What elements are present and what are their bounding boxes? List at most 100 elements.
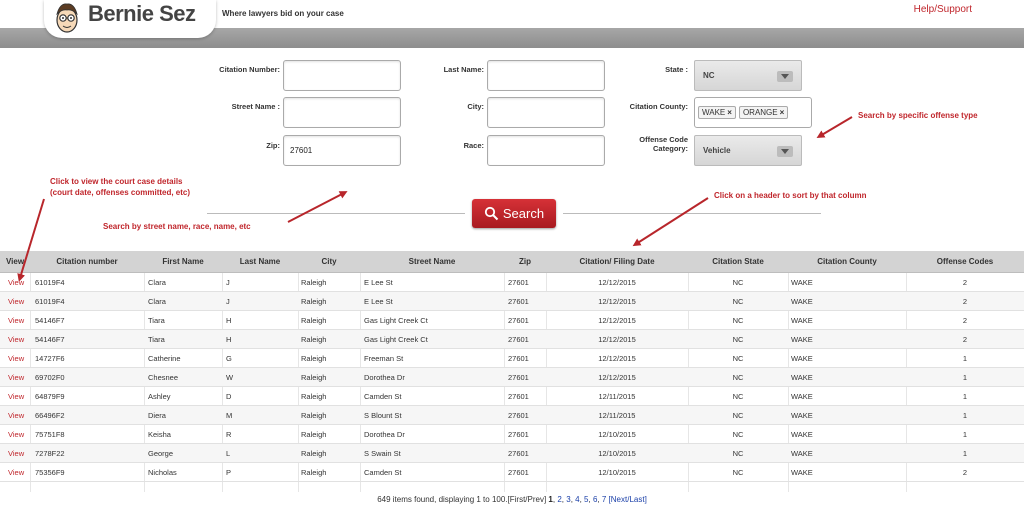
column-header-last-name[interactable]: Last Name: [222, 251, 298, 273]
cell-city: Raleigh: [301, 430, 327, 439]
cell-citation-county: WAKE: [791, 392, 813, 401]
view-link[interactable]: View: [8, 444, 30, 463]
help-support-link[interactable]: Help/Support: [914, 4, 972, 15]
zip-input[interactable]: 27601: [283, 135, 401, 166]
cell-citation-county: WAKE: [791, 411, 813, 420]
column-header-view[interactable]: View: [0, 251, 30, 273]
cell-filing-date: 12/12/2015: [598, 278, 636, 287]
view-link[interactable]: View: [8, 330, 30, 349]
column-header-first-name[interactable]: First Name: [144, 251, 222, 273]
table-row: View 69702F0 Chesnee W Raleigh Dorothea Dr 276…: [0, 368, 1024, 387]
results-table-header: View Citation number First Name Last Nam…: [0, 251, 1024, 273]
view-link[interactable]: View: [8, 387, 30, 406]
top-header: Bernie Sez Where lawyers bid on your cas…: [0, 0, 1024, 38]
cell-zip: 27601: [508, 468, 529, 477]
cell-city: Raleigh: [301, 278, 327, 287]
cell-last-name: G: [226, 354, 232, 363]
cell-street-name: S Swain St: [364, 449, 401, 458]
page-link[interactable]: 7: [602, 495, 606, 504]
page-link[interactable]: 5: [584, 495, 588, 504]
column-header-filing-date[interactable]: Citation/ Filing Date: [546, 251, 688, 273]
current-page: 1: [548, 495, 553, 504]
citation-number-input[interactable]: [283, 60, 401, 91]
first-prev-label: [First/Prev]: [507, 495, 547, 504]
cell-offense-codes: 2: [962, 335, 968, 344]
cell-citation-county: WAKE: [791, 468, 813, 477]
race-input[interactable]: [487, 135, 605, 166]
cell-citation-number: 75751F8: [35, 430, 65, 439]
pagination: 649 items found, displaying 1 to 100.[Fi…: [377, 495, 647, 504]
column-header-offense-codes[interactable]: Offense Codes: [906, 251, 1024, 273]
cell-zip: 27601: [508, 430, 529, 439]
city-label: City:: [467, 102, 484, 111]
view-link[interactable]: View: [8, 349, 30, 368]
last-name-input[interactable]: [487, 60, 605, 91]
cell-offense-codes: 2: [962, 316, 968, 325]
cell-city: Raleigh: [301, 354, 327, 363]
cell-citation-county: WAKE: [791, 278, 813, 287]
county-tag[interactable]: WAKE ×: [698, 106, 736, 119]
remove-tag-icon[interactable]: ×: [780, 108, 785, 117]
next-last-link[interactable]: [Next/Last]: [609, 495, 647, 504]
cell-citation-county: WAKE: [791, 335, 813, 344]
results-table-body: View 61019F4 Clara J Raleigh E Lee St 27601 12/…: [0, 273, 1024, 492]
search-icon: [484, 206, 499, 221]
cell-filing-date: 12/10/2015: [598, 468, 636, 477]
column-header-zip[interactable]: Zip: [504, 251, 546, 273]
cell-citation-state: NC: [732, 297, 744, 306]
cell-citation-number: 54146F7: [35, 316, 65, 325]
cell-filing-date: 12/10/2015: [598, 449, 636, 458]
page-link[interactable]: 2: [557, 495, 561, 504]
state-select[interactable]: NC: [694, 60, 802, 91]
view-link[interactable]: View: [8, 406, 30, 425]
column-header-citation-county[interactable]: Citation County: [788, 251, 906, 273]
view-link[interactable]: View: [8, 368, 30, 387]
city-input[interactable]: [487, 97, 605, 128]
view-link[interactable]: View: [8, 311, 30, 330]
page-link[interactable]: 4: [575, 495, 579, 504]
page-link[interactable]: 6: [593, 495, 597, 504]
page-link[interactable]: 3: [566, 495, 570, 504]
remove-tag-icon[interactable]: ×: [727, 108, 732, 117]
column-header-street-name[interactable]: Street Name: [360, 251, 504, 273]
column-header-city[interactable]: City: [298, 251, 360, 273]
cell-last-name: M: [226, 411, 233, 420]
cell-street-name: Camden St: [364, 392, 402, 401]
column-header-citation-state[interactable]: Citation State: [688, 251, 788, 273]
citation-county-multiselect[interactable]: WAKE × ORANGE ×: [694, 97, 812, 128]
search-button[interactable]: Search: [472, 199, 556, 228]
cell-filing-date: 12/10/2015: [598, 430, 636, 439]
cell-offense-codes: 1: [962, 449, 968, 458]
cell-street-name: Dorothea Dr: [364, 430, 405, 439]
table-row: View 75356F9 Nicholas P Raleigh Camden St 2760…: [0, 463, 1024, 482]
column-header-citation-number[interactable]: Citation number: [30, 251, 144, 273]
logo[interactable]: Bernie Sez: [44, 0, 216, 38]
view-link[interactable]: View: [8, 273, 30, 292]
annotation-offense-type: Search by specific offense type: [858, 111, 978, 120]
county-tag[interactable]: ORANGE ×: [738, 106, 789, 119]
citation-county-label: Citation County:: [629, 102, 688, 111]
cell-filing-date: 12/12/2015: [598, 297, 636, 306]
cell-citation-state: NC: [732, 335, 744, 344]
brand-name: Bernie Sez: [88, 1, 196, 26]
race-label: Race:: [463, 141, 484, 150]
offense-code-category-select[interactable]: Vehicle: [694, 135, 802, 166]
cell-last-name: H: [226, 335, 232, 344]
cell-street-name: Freeman St: [364, 354, 404, 363]
cell-citation-state: NC: [732, 354, 744, 363]
view-link[interactable]: View: [8, 463, 30, 482]
results-summary: 649 items found, displaying 1 to 100.: [377, 495, 508, 504]
cell-last-name: H: [226, 316, 232, 325]
cell-zip: 27601: [508, 354, 529, 363]
state-label: State :: [665, 65, 688, 74]
street-name-label: Street Name :: [231, 102, 280, 111]
cell-first-name: Ashley: [148, 392, 171, 401]
annotation-sort-header: Click on a header to sort by that column: [714, 191, 867, 200]
street-name-input[interactable]: [283, 97, 401, 128]
view-link[interactable]: View: [8, 292, 30, 311]
cell-first-name: Keisha: [148, 430, 171, 439]
view-link[interactable]: View: [8, 425, 30, 444]
cell-citation-number: 61019F4: [35, 297, 65, 306]
chevron-down-icon: [777, 146, 793, 157]
divider-left: [207, 213, 465, 214]
